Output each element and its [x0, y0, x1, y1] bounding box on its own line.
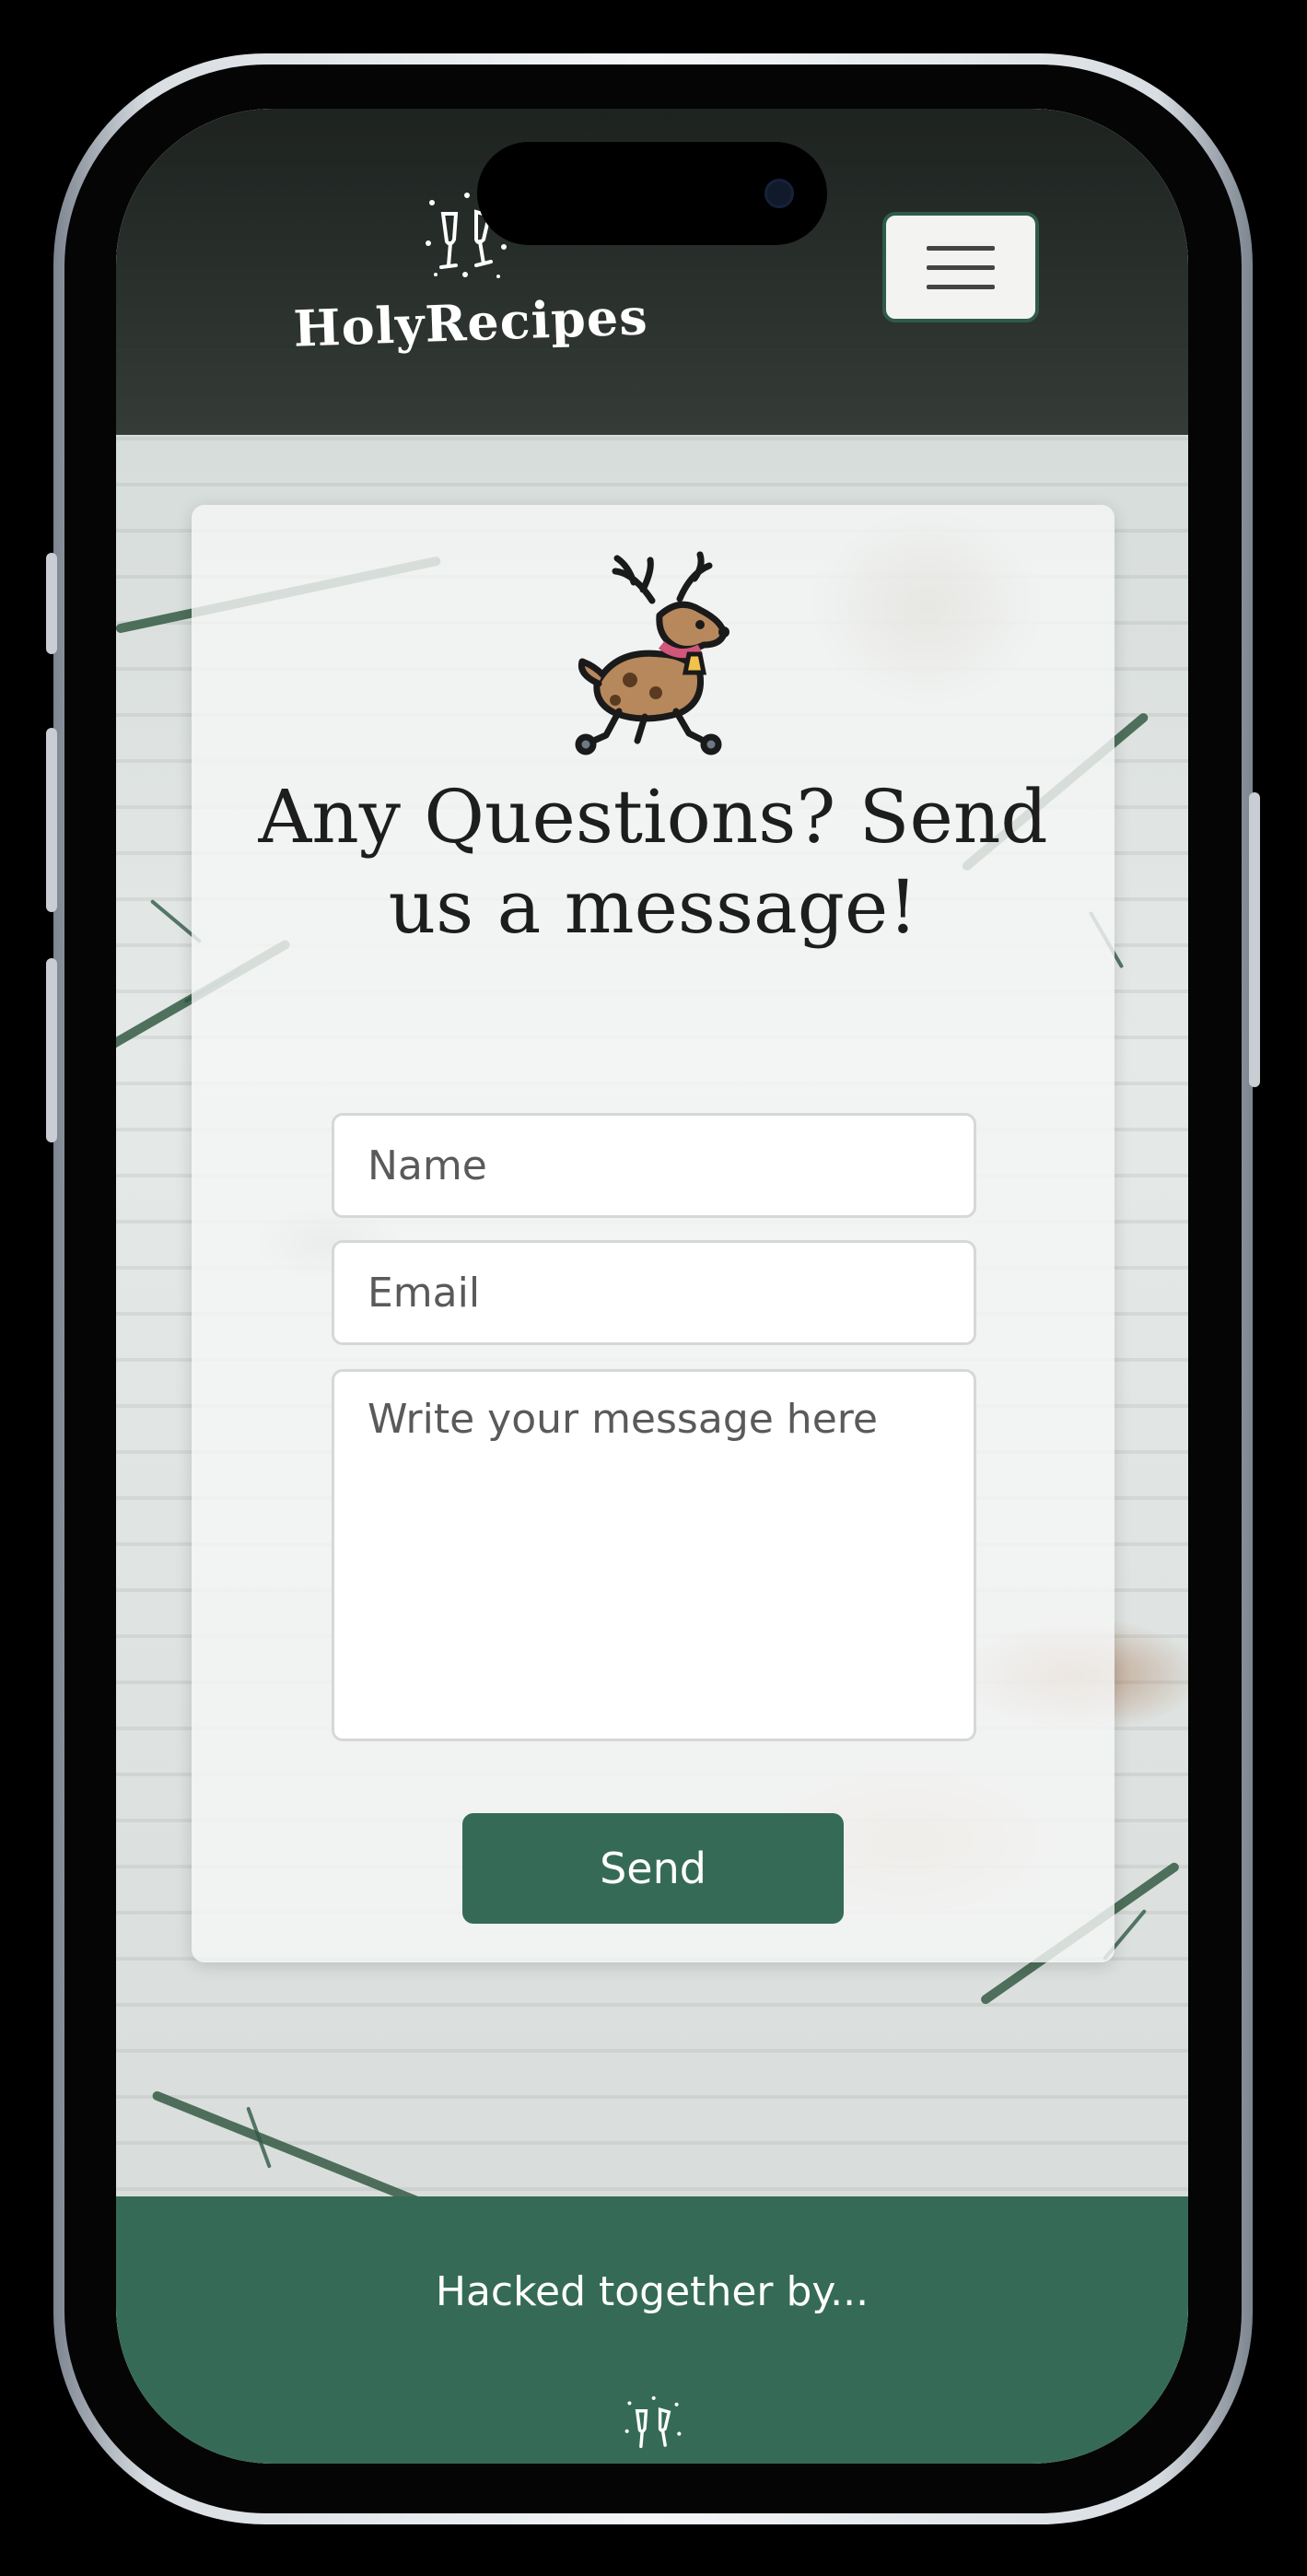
front-camera — [764, 179, 794, 208]
send-button[interactable]: Send — [462, 1813, 844, 1924]
hamburger-menu-button[interactable] — [882, 212, 1039, 322]
phone-volume-up-button — [46, 728, 57, 912]
message-textarea[interactable] — [332, 1369, 976, 1741]
footer-credit-text: Hacked together by... — [435, 2268, 869, 2315]
phone-volume-down-button — [46, 958, 57, 1142]
logo-text: HolyRecipes — [292, 287, 649, 358]
contact-card: Any Questions? Send us a message! Send — [192, 505, 1114, 1962]
site-footer: Hacked together by... — [116, 2196, 1188, 2464]
name-input[interactable] — [332, 1113, 976, 1218]
dynamic-island — [477, 142, 827, 245]
champagne-glasses-icon — [624, 2395, 682, 2449]
phone-side-button — [46, 553, 57, 654]
reindeer-icon — [575, 551, 729, 755]
phone-screen: HolyRecipes Any Questions? Send us a mes… — [116, 109, 1188, 2464]
hamburger-menu-icon — [927, 245, 995, 251]
contact-heading: Any Questions? Send us a message! — [258, 774, 1048, 950]
email-input[interactable] — [332, 1240, 976, 1345]
phone-power-button — [1249, 792, 1260, 1087]
